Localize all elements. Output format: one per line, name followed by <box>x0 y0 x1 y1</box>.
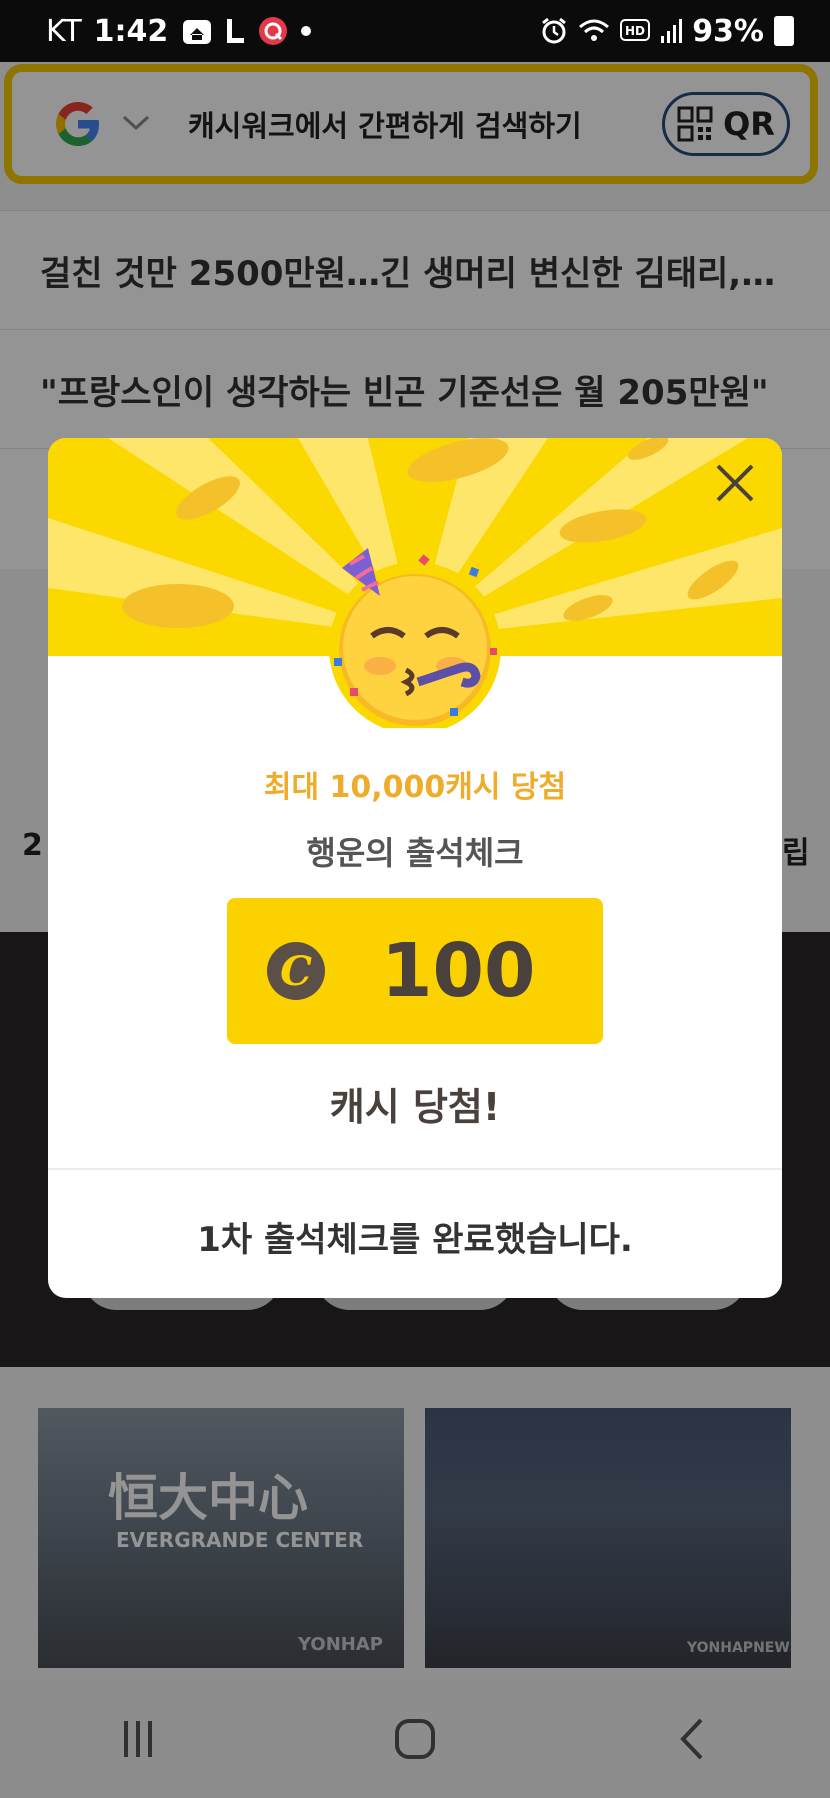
lucky-attendance-title: 행운의 출석체크 <box>306 834 524 872</box>
partying-face-emoji-icon <box>320 538 510 734</box>
home-notification-icon <box>182 17 212 45</box>
hd-label: HD <box>625 24 645 38</box>
close-button[interactable] <box>710 458 760 508</box>
prize-amount-box: C 100 <box>227 898 603 1044</box>
wifi-icon <box>578 18 610 44</box>
hd-voice-icon: HD <box>620 19 651 43</box>
prize-amount: 100 <box>381 928 536 1014</box>
cash-coin-icon: C <box>267 942 325 1000</box>
alarm-icon <box>540 17 568 45</box>
cash-won-text: 캐시 당첨! <box>329 1085 501 1129</box>
battery-icon <box>774 16 794 46</box>
signal-icon <box>660 18 683 44</box>
more-notifications-dot-icon <box>300 25 312 37</box>
status-bar: KT 1:42 HD 93% <box>0 0 830 62</box>
attendance-reward-modal: 최대 10,000캐시 당첨 행운의 출석체크 C 100 캐시 당첨! 1차 … <box>48 438 782 1298</box>
carrier-label: KT <box>46 13 82 49</box>
battery-percent: 93% <box>692 13 764 49</box>
clock: 1:42 <box>93 13 169 49</box>
max-prize-headline: 최대 10,000캐시 당첨 <box>263 770 567 805</box>
modal-divider <box>48 1168 782 1170</box>
attendance-complete-message: 1차 출석체크를 완료했습니다. <box>197 1220 633 1260</box>
close-icon <box>716 464 754 502</box>
q-app-icon <box>258 16 288 46</box>
l-app-icon <box>224 17 246 45</box>
